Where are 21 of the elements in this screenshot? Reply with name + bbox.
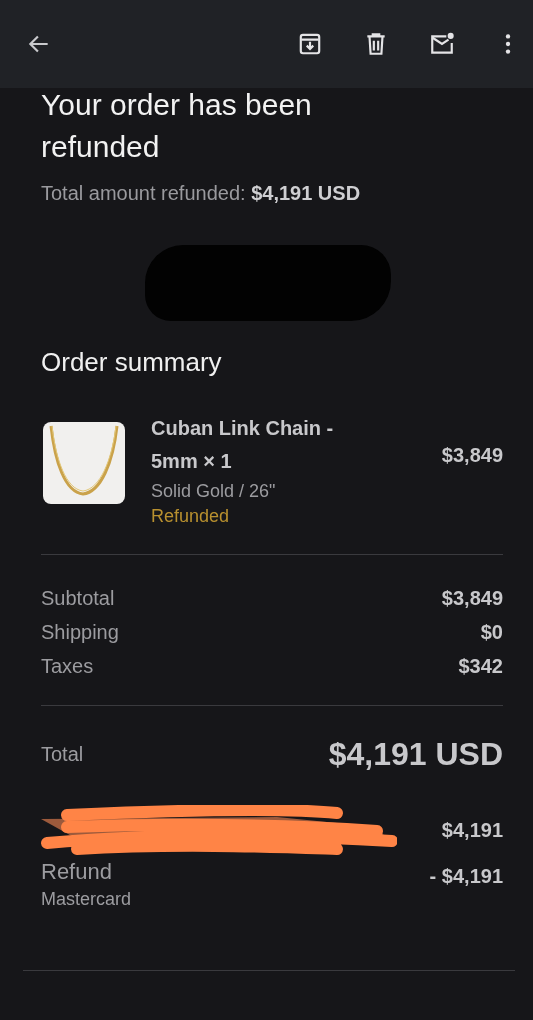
- status-text: Refunded: [151, 505, 231, 528]
- line-amount: $0: [480, 620, 503, 645]
- line-amount: $3,849: [441, 586, 503, 611]
- product-name: Cuban Link Chain - 5mm × 1: [151, 416, 335, 474]
- mail-icon[interactable]: [429, 31, 455, 57]
- heading: Your order has been refunded: [41, 87, 313, 165]
- total-amount: $4,191 USD: [328, 736, 503, 773]
- line-label: Taxes: [41, 654, 94, 679]
- payment-label: Refund: [41, 859, 113, 885]
- payment-method: Mastercard: [41, 889, 133, 910]
- payment-amount: $4,191: [441, 819, 503, 842]
- product-variant: Solid Gold / 26": [151, 480, 277, 503]
- section-title: Order summary: [41, 347, 223, 378]
- line-amount: $342: [458, 654, 503, 679]
- price-text: $3,849: [441, 444, 503, 467]
- payment-amount: - $4,191: [429, 865, 503, 888]
- refund-total-text: Total amount refunded: $4,191 USD: [41, 182, 362, 205]
- line-label: Subtotal: [41, 586, 115, 611]
- archive-icon[interactable]: [297, 31, 323, 57]
- line-label: Shipping: [41, 620, 119, 645]
- total-label: Total: [41, 743, 84, 766]
